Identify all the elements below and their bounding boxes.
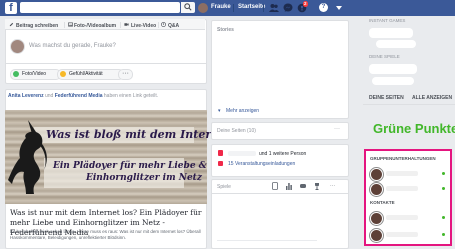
your-pages-link[interactable]: DEINE SEITEN (369, 95, 404, 101)
contact-avatar[interactable] (370, 212, 383, 225)
more-options-button[interactable]: ··· (118, 69, 133, 80)
author-link[interactable]: Federführend Media (55, 93, 103, 99)
calendar-icon (218, 161, 223, 166)
profile-name-link[interactable]: Frauke (211, 4, 231, 10)
trophy-icon[interactable] (314, 182, 320, 190)
feeling-activity-button[interactable]: Gefühl/Aktivität (57, 69, 124, 80)
post-connector: und (44, 93, 54, 99)
search-button[interactable] (181, 2, 195, 13)
event-invitations-link[interactable]: 15 Veranstaltungseinladungen (228, 161, 295, 167)
composer-divider (5, 63, 207, 64)
tab-qa[interactable]: Q&A (168, 23, 179, 29)
your-games-heading: DEINE SPIELE (369, 54, 400, 59)
topbar-divider (263, 4, 264, 12)
qa-icon (161, 22, 166, 27)
friends-icon[interactable] (269, 3, 279, 13)
contact-avatar[interactable] (370, 229, 383, 242)
blurred-game-entry (372, 77, 414, 85)
sidebar-divider (363, 104, 455, 105)
composer-input[interactable]: Was machst du gerade, Frauke? (29, 43, 116, 49)
tab-photo-album[interactable]: Foto-/Videoalbum (74, 23, 116, 29)
online-status-dot (442, 233, 445, 236)
birthday-name-placeholder (228, 151, 256, 156)
contact-avatar[interactable] (370, 168, 383, 181)
help-icon[interactable]: ? (319, 3, 328, 12)
tab-write-post[interactable]: Beitrag schreiben (16, 23, 58, 29)
birthday-gift-icon (218, 150, 223, 156)
image-caption-line: Einhornglitzer im Netz (86, 173, 202, 183)
post-link-description: Es beschäftigt mich schon lange. Heute m… (10, 229, 201, 240)
notification-badge: 2 (303, 1, 308, 7)
contacts-heading: KONTAKTE (370, 200, 395, 205)
pages-options-button[interactable]: ··· (334, 126, 340, 132)
games-divider (211, 193, 349, 194)
post-header-tail: haben einen Link geteilt. (103, 93, 159, 99)
your-pages-heading[interactable]: Deine Seiten (10) (217, 128, 256, 134)
gamepad-icon[interactable] (300, 182, 306, 190)
author-link[interactable]: Anita Leverenz (8, 93, 44, 99)
image-caption-line: Ein Plädoyer für mehr Liebe & (53, 161, 207, 171)
search-icon (184, 3, 192, 11)
online-status-dot (442, 172, 445, 175)
contact-name-placeholder (386, 171, 418, 176)
games-heading: Spiele (217, 184, 231, 190)
tab-divider (120, 22, 121, 28)
contact-avatar[interactable] (370, 183, 383, 196)
show-more-link[interactable]: Mehr anzeigen (226, 108, 259, 114)
tab-live-video[interactable]: Live-Video (131, 23, 156, 29)
contact-name-placeholder (386, 186, 418, 191)
annotation-label: Grüne Punkte: (373, 121, 455, 136)
smiley-icon (60, 71, 66, 77)
games-divider (217, 240, 317, 241)
leaderboard-icon[interactable] (286, 182, 292, 190)
pencil-icon (9, 22, 14, 27)
topbar-divider (233, 4, 234, 12)
online-status-dot (442, 216, 445, 219)
contact-name-placeholder (386, 215, 418, 220)
blurred-game-entry (369, 64, 417, 74)
profile-avatar[interactable] (198, 3, 208, 13)
online-status-dot (442, 187, 445, 190)
contact-name-placeholder (386, 232, 418, 237)
messages-icon[interactable] (283, 3, 293, 13)
tab-divider (64, 22, 65, 28)
blurred-game-entry (369, 28, 413, 38)
birthday-text[interactable]: und 1 weitere Person (259, 151, 306, 157)
games-panel (211, 179, 349, 249)
search-input[interactable] (20, 2, 180, 13)
stories-panel (211, 20, 349, 119)
blurred-game-entry (376, 40, 416, 48)
live-video-icon (124, 23, 129, 26)
menu-chevron-icon[interactable] (336, 6, 342, 10)
photo-video-icon (13, 71, 19, 77)
phone-icon[interactable] (272, 182, 278, 190)
post-header: Anita Leverenz und Federführend Media ha… (8, 93, 158, 99)
show-all-link[interactable]: ALLE ANZEIGEN (412, 95, 452, 101)
tab-divider (158, 22, 159, 28)
chevron-down-icon: ▾ (218, 108, 221, 114)
group-chats-heading: GRUPPENUNTERHALTUNGEN (370, 156, 436, 161)
composer-avatar (10, 39, 25, 54)
facebook-logo-icon[interactable]: f (5, 2, 17, 14)
stories-heading: Stories (217, 27, 234, 33)
games-options-button[interactable]: ··· (330, 183, 335, 189)
photo-album-icon (68, 22, 73, 27)
instant-games-heading: INSTANT GAMES (369, 18, 406, 23)
home-link[interactable]: Startseite (238, 4, 265, 10)
